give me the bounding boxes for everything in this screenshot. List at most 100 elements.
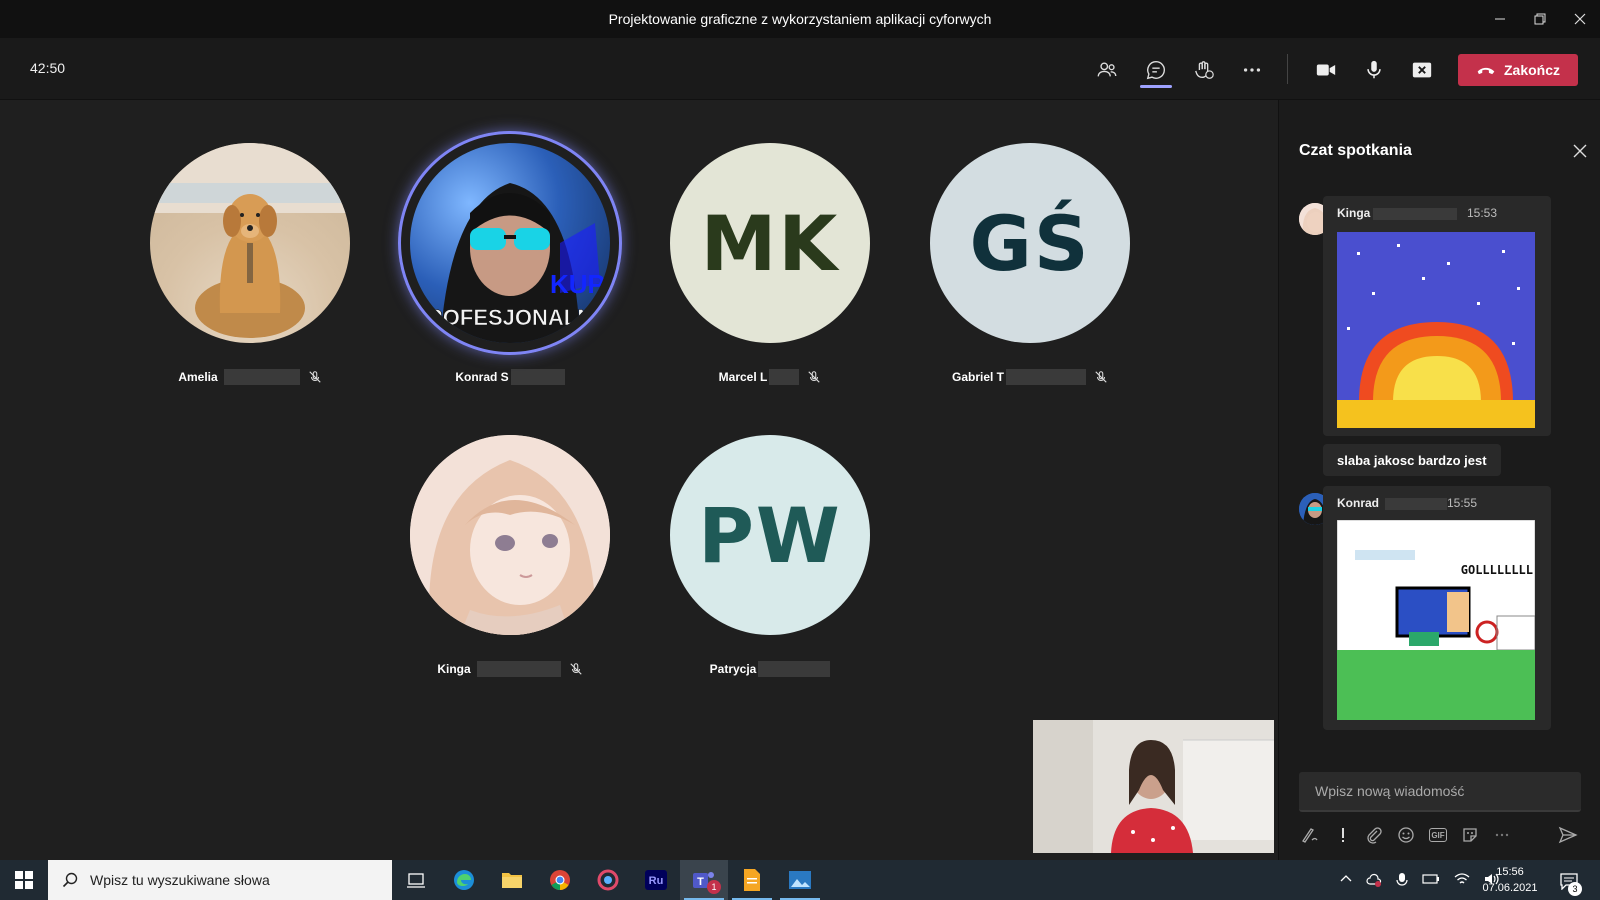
cloud-icon[interactable] xyxy=(1366,872,1382,888)
participant-tile[interactable]: MK Marcel L xyxy=(670,143,870,385)
message-compose[interactable] xyxy=(1299,772,1581,812)
avatar-initials: PW xyxy=(698,490,842,580)
mic-off-icon xyxy=(309,371,321,383)
send-button[interactable] xyxy=(1557,824,1579,846)
camera-button[interactable] xyxy=(1310,54,1342,86)
participant-name: Kinga xyxy=(437,662,471,676)
svg-text:Ru: Ru xyxy=(649,875,664,887)
participant-tile-active-speaker[interactable]: KUP PROFESJONALNY Konrad S xyxy=(398,131,622,385)
end-call-label: Zakończ xyxy=(1503,62,1560,78)
send-icon xyxy=(1558,826,1578,844)
redaction xyxy=(1006,369,1086,385)
gif-button[interactable]: GIF xyxy=(1427,824,1449,846)
message-time: 15:55 xyxy=(1447,496,1478,510)
battery-icon[interactable] xyxy=(1422,872,1440,886)
dog-photo xyxy=(150,143,350,338)
reactions-icon xyxy=(1195,61,1214,79)
avatar: GŚ xyxy=(930,143,1130,343)
self-video-preview[interactable] xyxy=(1033,720,1274,853)
more-options-button[interactable] xyxy=(1491,824,1513,846)
chat-button[interactable] xyxy=(1140,54,1172,86)
edge-app[interactable] xyxy=(440,860,488,900)
sunset-image[interactable] xyxy=(1337,232,1535,428)
participant-name: Gabriel T xyxy=(951,370,1004,384)
clock-time: 15:56 xyxy=(1496,866,1524,878)
mic-button[interactable] xyxy=(1358,54,1390,86)
more-actions-button[interactable] xyxy=(1236,54,1268,86)
format-icon xyxy=(1302,828,1318,843)
sticker-button[interactable] xyxy=(1459,824,1481,846)
notification-center-button[interactable]: 3 xyxy=(1556,868,1582,896)
chrome-app[interactable] xyxy=(536,860,584,900)
message-input[interactable] xyxy=(1299,772,1581,810)
stop-sharing-button[interactable] xyxy=(1406,54,1438,86)
participant-tile[interactable]: GŚ Gabriel T xyxy=(930,143,1130,385)
task-view-icon xyxy=(407,873,425,888)
participant-tile[interactable]: PW Patrycja xyxy=(670,435,870,677)
photos-app[interactable] xyxy=(776,860,824,900)
notes-app[interactable] xyxy=(728,860,776,900)
windows-logo-icon xyxy=(15,871,33,889)
reactions-button[interactable] xyxy=(1188,54,1220,86)
exclamation-icon xyxy=(1342,828,1344,842)
participants-icon xyxy=(1097,62,1117,77)
wifi-icon[interactable] xyxy=(1454,872,1470,886)
participant-name: Marcel L xyxy=(718,370,768,384)
microphone-icon[interactable] xyxy=(1396,872,1408,888)
attach-button[interactable] xyxy=(1363,824,1385,846)
premiere-rush-icon: Ru xyxy=(645,870,667,890)
video-stage: Amelia KUP PROFESJONALNY Konrad S MK Mar… xyxy=(0,100,1278,860)
important-button[interactable] xyxy=(1332,824,1354,846)
windows-taskbar: Wpisz tu wyszukiwane słowa Ru T 1 15:56 … xyxy=(0,860,1600,900)
redaction xyxy=(769,369,800,385)
close-chat-button[interactable] xyxy=(1571,142,1589,160)
avatar-initials: MK xyxy=(700,198,840,288)
chevron-up-icon[interactable] xyxy=(1340,872,1352,886)
redaction xyxy=(1373,208,1457,220)
avatar: MK xyxy=(670,143,870,343)
teams-app[interactable]: T 1 xyxy=(680,860,728,900)
avatar xyxy=(150,143,350,343)
hangup-icon xyxy=(1477,67,1495,75)
toolbar-separator xyxy=(1287,54,1288,84)
restore-button[interactable] xyxy=(1520,0,1560,38)
chat-message: Konrad 15:55 GOLLLLLLLL xyxy=(1323,486,1551,730)
compose-toolbar: GIF xyxy=(1299,824,1581,848)
taskbar-search[interactable]: Wpisz tu wyszukiwane słowa xyxy=(48,860,392,900)
chat-message: Kinga 15:53 xyxy=(1323,196,1551,436)
file-explorer-app[interactable] xyxy=(488,860,536,900)
redaction xyxy=(510,369,565,385)
message-text: slaba jakosc bardzo jest xyxy=(1323,444,1501,476)
emoji-icon xyxy=(1398,827,1414,843)
minimize-button[interactable] xyxy=(1480,0,1520,38)
app-4[interactable] xyxy=(584,860,632,900)
message-author: Kinga xyxy=(1337,206,1371,220)
meeting-timer: 42:50 xyxy=(30,60,66,76)
mic-off-icon xyxy=(808,371,820,383)
start-button[interactable] xyxy=(0,860,48,900)
sticker-icon xyxy=(1463,828,1477,842)
participant-tile[interactable]: Amelia xyxy=(150,143,350,385)
chrome-icon xyxy=(550,870,570,890)
more-icon xyxy=(1495,833,1509,837)
rush-app[interactable]: Ru xyxy=(632,860,680,900)
snipping-app-icon xyxy=(597,869,619,891)
end-call-button[interactable]: Zakończ xyxy=(1458,54,1578,86)
taskbar-clock[interactable]: 15:56 07.06.2021 xyxy=(1470,864,1550,896)
participant-tile[interactable]: Kinga xyxy=(410,435,610,677)
format-button[interactable] xyxy=(1299,824,1321,846)
participants-button[interactable] xyxy=(1091,54,1123,86)
more-icon xyxy=(1243,68,1261,72)
window-title-bar: Projektowanie graficzne z wykorzystaniem… xyxy=(0,0,1600,38)
svg-text:T: T xyxy=(697,876,704,888)
chat-active-indicator xyxy=(1140,85,1172,88)
window-controls xyxy=(1480,0,1600,38)
redaction xyxy=(223,369,300,385)
close-window-button[interactable] xyxy=(1560,0,1600,38)
emoji-button[interactable] xyxy=(1395,824,1417,846)
participant-name: Konrad S xyxy=(455,370,509,384)
image-caption: GOLLLLLLLL xyxy=(1461,563,1533,577)
avatar xyxy=(410,435,610,635)
pixel-art-image[interactable]: GOLLLLLLLL xyxy=(1337,520,1535,720)
task-view-button[interactable] xyxy=(392,860,440,900)
